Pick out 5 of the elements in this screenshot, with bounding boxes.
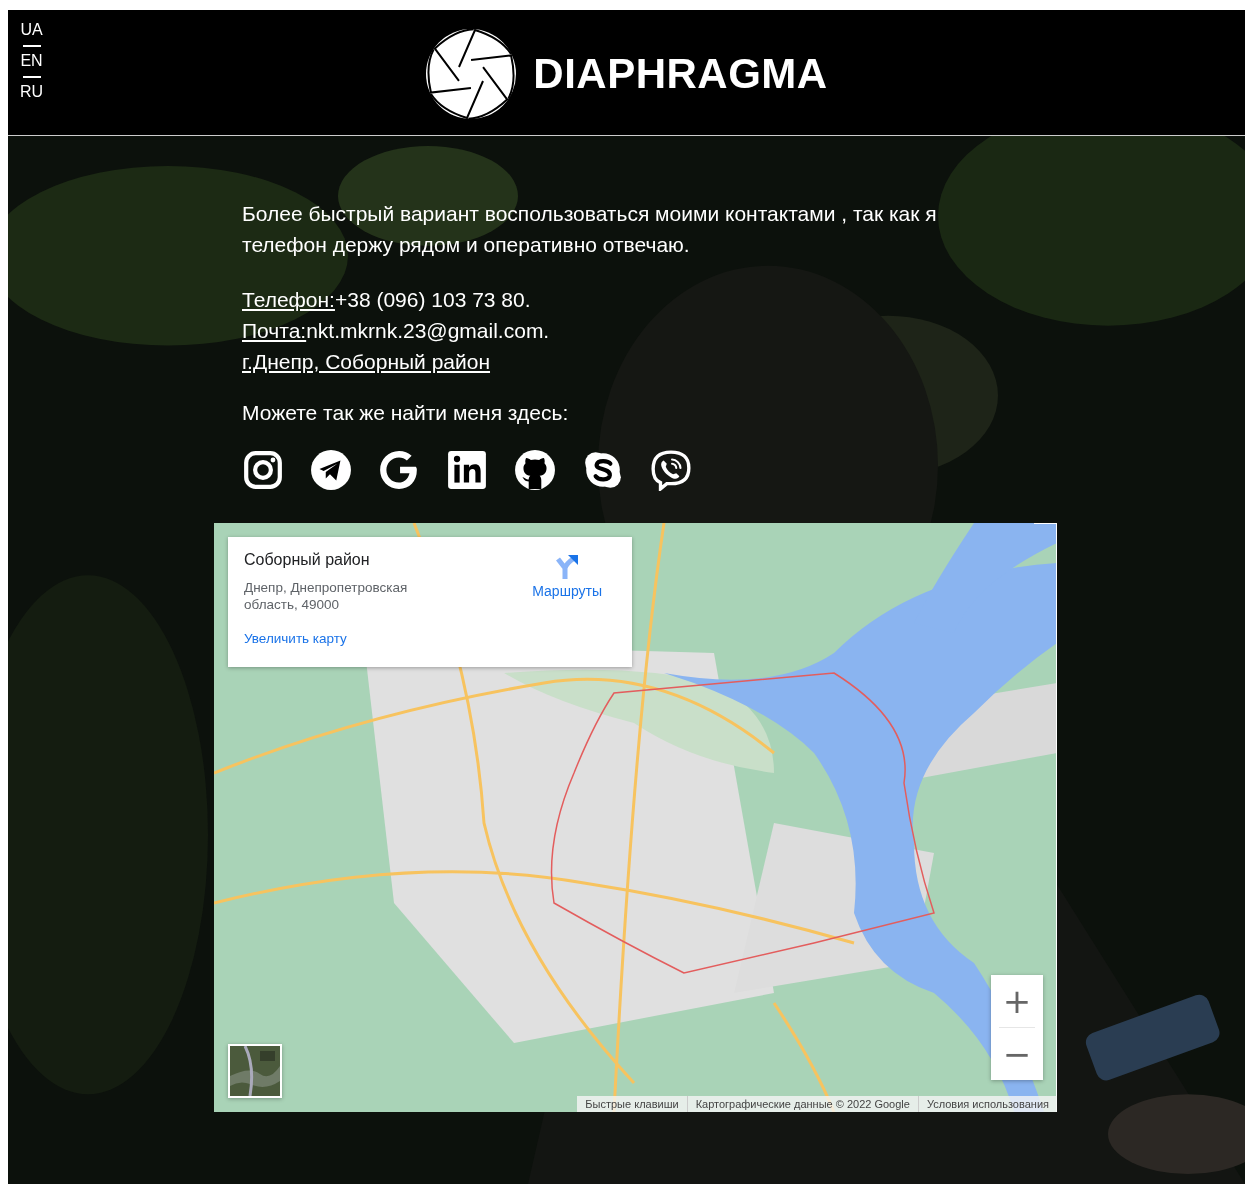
brand-name: DIAPHRAGMA [533,49,828,98]
aperture-logo-icon [425,27,518,120]
language-link[interactable]: RU [20,82,44,102]
language-link[interactable]: UA [20,20,43,40]
language-link[interactable]: EN [20,51,43,71]
